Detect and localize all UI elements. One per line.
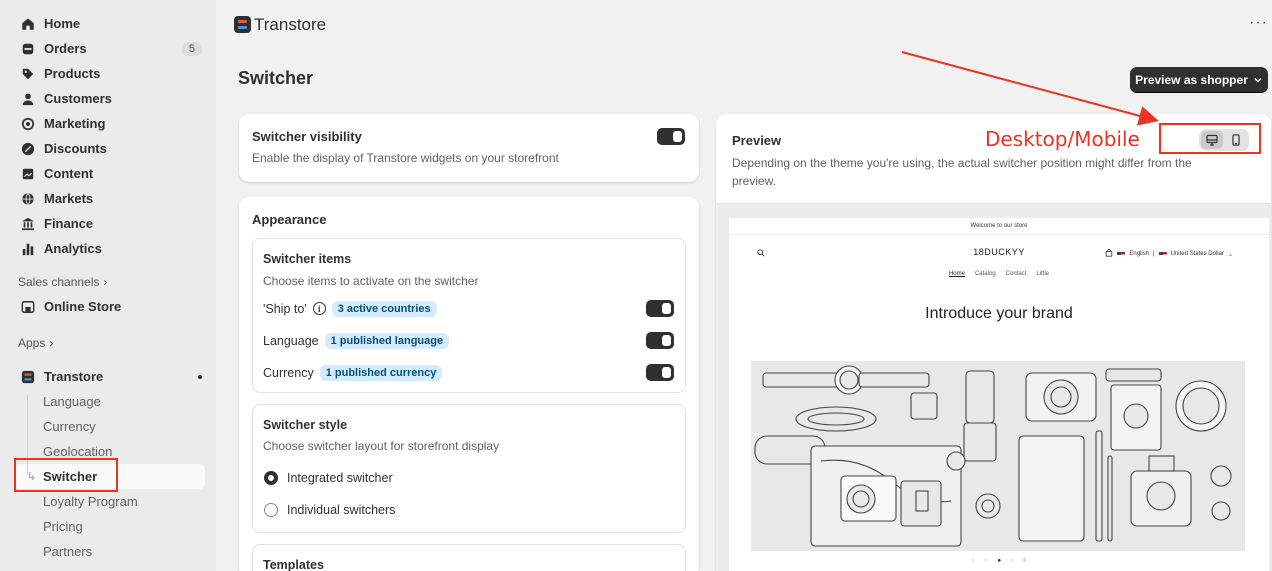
- annotation-switcher-box: [14, 458, 118, 492]
- annotation-label: Desktop/Mobile: [985, 127, 1140, 151]
- annotation-overlay: [901, 51, 1159, 126]
- annotation-arrow: [901, 51, 1159, 126]
- annotation-device-box: [1159, 123, 1261, 154]
